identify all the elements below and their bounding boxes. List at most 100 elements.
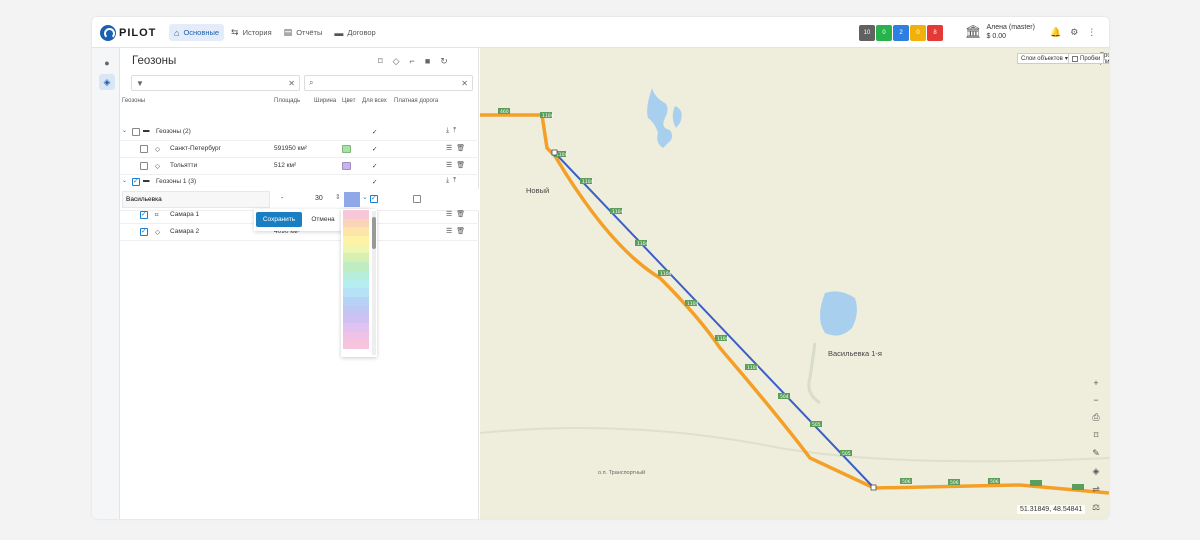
geozone-checkbox[interactable]	[140, 162, 148, 170]
for-all-checkbox[interactable]	[370, 194, 378, 203]
for-all-check: ✓	[372, 146, 378, 153]
geozone-name-input[interactable]	[122, 191, 270, 208]
palette-swatch[interactable]	[343, 314, 369, 323]
list-icon[interactable]: ☰	[446, 227, 452, 235]
palette-swatch[interactable]	[343, 253, 369, 263]
circle-zone-icon: ◇	[155, 163, 160, 170]
palette-swatch[interactable]	[343, 218, 369, 228]
palette-swatch[interactable]	[343, 322, 369, 332]
select-area-icon[interactable]: ⌑	[1094, 430, 1099, 441]
filter-bar: ▼ ✕ ⌕ ✕	[131, 75, 473, 91]
vertex-marker[interactable]	[551, 149, 558, 156]
status-count-blue[interactable]: 2	[893, 25, 909, 41]
width-input[interactable]: 30	[315, 195, 323, 202]
map-pin-icon[interactable]: ●	[99, 55, 115, 71]
palette-swatch[interactable]	[343, 296, 369, 306]
refresh-icon[interactable]: ↻	[440, 56, 448, 67]
status-count-green[interactable]: 0	[876, 25, 892, 41]
nav-main[interactable]: ⌂ Основные	[169, 24, 225, 41]
trash-icon[interactable]: 🗑	[456, 227, 465, 235]
upload-icon[interactable]: ⤒	[453, 127, 456, 135]
width-stepper-icon[interactable]: ⇕	[335, 193, 341, 201]
trash-icon[interactable]: 🗑	[456, 144, 465, 152]
line-tool-icon[interactable]: ⌐	[410, 56, 415, 67]
download-icon[interactable]: ⤓	[446, 127, 449, 135]
layers-icon[interactable]: ◈	[1093, 466, 1100, 477]
circle-tool-icon[interactable]: ◇	[393, 56, 400, 67]
chevron-down-icon[interactable]: ⌄	[362, 193, 368, 201]
color-picker-button[interactable]	[344, 192, 360, 207]
status-count-red[interactable]: 8	[927, 25, 943, 41]
layers-icon[interactable]: ◈	[99, 74, 115, 90]
route-icon[interactable]: ⇌	[1092, 484, 1100, 495]
chevron-down-icon[interactable]: ⌄	[122, 127, 127, 134]
palette-swatch[interactable]	[343, 279, 369, 289]
nav-history[interactable]: ⇆ История	[226, 24, 277, 41]
nav-reports[interactable]: ▤ Отчёты	[279, 24, 328, 41]
print-icon[interactable]: ⎙	[1092, 412, 1099, 423]
map-canvas: 460 1104 1104 1104 1104 1104 1104 1104 1…	[480, 88, 1109, 495]
for-all-check: ✓	[372, 163, 378, 170]
clear-filter-icon[interactable]: ✕	[288, 79, 295, 88]
group-checkbox[interactable]	[132, 177, 140, 186]
palette-swatch[interactable]	[343, 244, 369, 254]
scale-icon[interactable]: ⚖	[1092, 502, 1100, 513]
palette-swatch[interactable]	[343, 340, 369, 349]
search-input[interactable]	[316, 79, 462, 87]
geozone-checkbox[interactable]	[140, 210, 148, 219]
palette-swatch[interactable]	[343, 288, 369, 297]
palette-swatch[interactable]	[343, 210, 369, 219]
ruler-icon[interactable]: ✎	[1092, 448, 1100, 459]
user-menu[interactable]: 🏛 Алена (master) $ 0.00	[965, 23, 1035, 41]
road-label: 506	[990, 479, 999, 485]
save-button[interactable]: Сохранить	[256, 212, 302, 227]
stop-label: о.п. Транспортный	[598, 470, 646, 476]
chevron-down-icon[interactable]: ⌄	[122, 177, 127, 184]
list-icon[interactable]: ☰	[446, 144, 452, 152]
logo[interactable]: PILOT	[100, 24, 156, 41]
palette-swatch[interactable]	[343, 331, 369, 341]
geozone-row[interactable]: ◇ Тольятти 512 км² ✓ ☰ 🗑	[120, 158, 479, 175]
zoom-in-icon[interactable]: +	[1093, 378, 1098, 388]
upload-icon[interactable]: ⤒	[453, 177, 456, 185]
palette-swatch[interactable]	[343, 227, 369, 237]
clear-search-icon[interactable]: ✕	[461, 79, 468, 88]
list-icon[interactable]: ☰	[446, 161, 452, 169]
palette-swatch[interactable]	[343, 262, 369, 271]
layers-dropdown[interactable]: Слои объектов ▾	[1017, 53, 1072, 64]
download-icon[interactable]: ⤓	[446, 177, 449, 185]
cancel-button[interactable]: Отмена	[306, 212, 340, 227]
traffic-checkbox[interactable]	[1072, 55, 1078, 62]
polygon-tool-icon[interactable]: ⌑	[378, 56, 383, 67]
color-swatch[interactable]	[342, 162, 351, 170]
map-view[interactable]: 460 1104 1104 1104 1104 1104 1104 1104 1…	[480, 48, 1109, 519]
group-checkbox[interactable]	[132, 128, 140, 136]
toll-road-checkbox[interactable]	[413, 195, 421, 203]
palette-swatch[interactable]	[343, 305, 369, 315]
nav-contract[interactable]: ▬ Договор	[329, 24, 380, 41]
palette-swatch[interactable]	[343, 270, 369, 280]
col-head-width: Ширина	[314, 98, 337, 104]
traffic-toggle[interactable]: Пробки	[1068, 53, 1105, 64]
geozone-checkbox[interactable]	[140, 227, 148, 236]
geozone-checkbox[interactable]	[140, 145, 148, 153]
filter-input[interactable]	[146, 79, 289, 87]
status-count-yellow[interactable]: 0	[910, 25, 926, 41]
vertex-marker[interactable]	[870, 484, 877, 491]
geozone-row[interactable]: ◇ Санкт-Петербург 591950 км² ✓ ☰ 🗑	[120, 141, 479, 158]
bell-icon[interactable]: 🔔	[1050, 27, 1061, 38]
color-swatch[interactable]	[342, 145, 351, 153]
folder-icon[interactable]: ■	[425, 56, 430, 67]
gear-icon[interactable]: ⚙	[1070, 27, 1078, 38]
row-actions: ☰ 🗑	[446, 161, 465, 169]
status-count-gray[interactable]: 10	[859, 25, 875, 41]
palette-scrollbar[interactable]	[372, 211, 376, 355]
trash-icon[interactable]: 🗑	[456, 161, 465, 169]
list-icon[interactable]: ☰	[446, 210, 452, 218]
top-bar: PILOT ⌂ Основные ⇆ История ▤ Отчёты ▬ Догово…	[92, 17, 1109, 48]
more-vertical-icon[interactable]: ⋮	[1087, 27, 1096, 38]
zoom-out-icon[interactable]: −	[1093, 395, 1098, 405]
palette-swatch[interactable]	[343, 236, 369, 245]
trash-icon[interactable]: 🗑	[456, 210, 465, 218]
group-row[interactable]: ⌄ ▬ Геозоны (2) ✓ ⤓ ⤒	[120, 124, 479, 141]
